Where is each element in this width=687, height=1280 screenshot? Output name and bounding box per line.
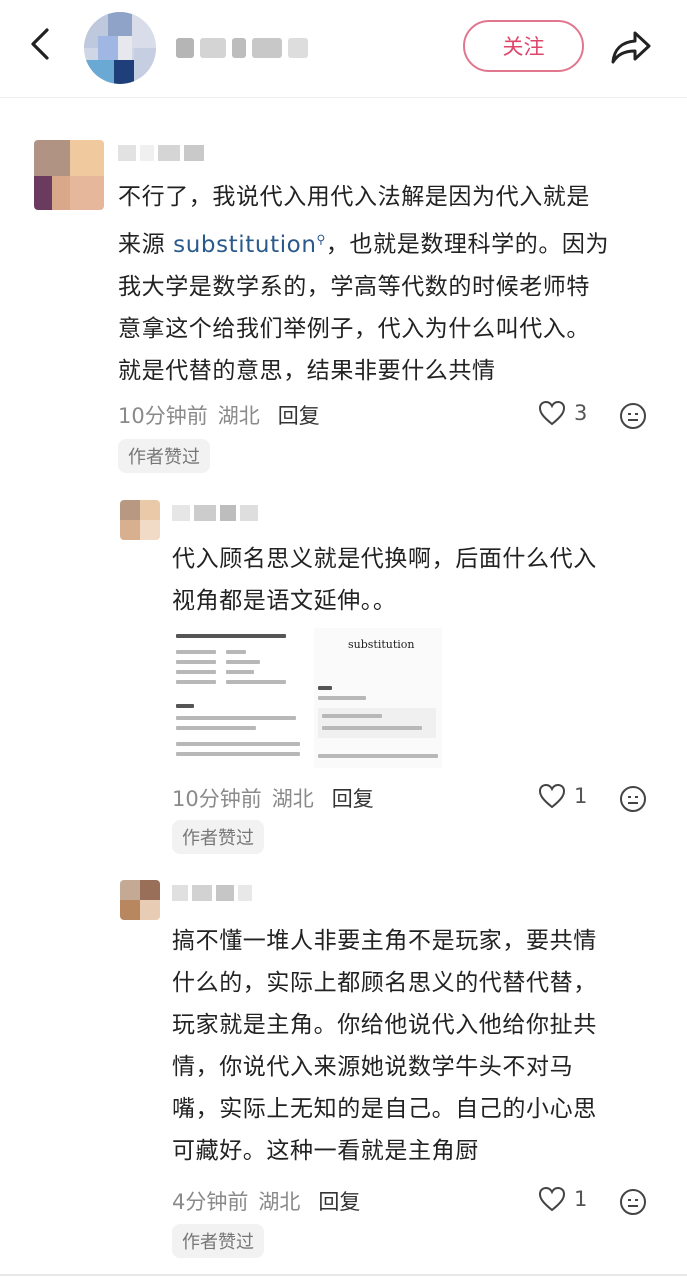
divider (0, 1274, 687, 1276)
username-blurred[interactable] (172, 502, 258, 524)
comment-text: 不行了，我说代入用代入法解是因为代入就是 来源 substitution⚲，也就… (118, 184, 610, 384)
chevron-left-icon (31, 28, 49, 60)
follow-button[interactable]: 关注 (463, 20, 584, 72)
avatar[interactable] (120, 500, 160, 540)
like-count: 1 (574, 784, 588, 808)
comment-location: 湖北 (258, 1190, 301, 1214)
avatar[interactable] (120, 880, 160, 920)
reply-button[interactable]: 回复 (278, 400, 320, 430)
attached-image[interactable]: substitution (170, 628, 442, 768)
like-button[interactable]: 1 (538, 1186, 587, 1212)
search-link[interactable]: substitution⚲ (173, 232, 326, 258)
author-avatar[interactable] (84, 12, 156, 84)
share-arrow-icon (611, 31, 651, 64)
comment-text: 代入顾名思义就是代换啊，后面什么代入 视角都是语文延伸。。 (172, 546, 597, 614)
author-liked-badge: 作者赞过 (172, 1224, 264, 1258)
avatar[interactable] (34, 140, 104, 210)
heart-icon (538, 400, 566, 426)
emoji-reaction-icon[interactable] (619, 785, 647, 813)
author-liked-badge: 作者赞过 (118, 439, 210, 473)
comment-location: 湖北 (271, 787, 314, 811)
emoji-reaction-icon[interactable] (619, 1188, 647, 1216)
comment-time: 10分钟前 (172, 787, 262, 811)
like-button[interactable]: 3 (538, 400, 587, 426)
top-bar: 关注 (0, 0, 687, 98)
like-count: 3 (574, 401, 588, 425)
like-count: 1 (574, 1187, 588, 1211)
image-caption: substitution (348, 638, 415, 651)
comment-time: 10分钟前 (118, 404, 208, 428)
share-button[interactable] (606, 22, 656, 72)
heart-icon (538, 783, 566, 809)
comment-location: 湖北 (217, 404, 260, 428)
username-blurred[interactable] (172, 882, 252, 904)
comment-meta: 4分钟前 湖北 回复 (172, 1186, 360, 1216)
reply-button[interactable]: 回复 (318, 1186, 360, 1216)
search-icon: ⚲ (316, 232, 326, 246)
author-name-blurred[interactable] (176, 36, 346, 60)
comment-meta: 10分钟前 湖北 回复 (118, 400, 320, 430)
emoji-reaction-icon[interactable] (619, 402, 647, 430)
comment-meta: 10分钟前 湖北 回复 (172, 783, 374, 813)
author-liked-badge: 作者赞过 (172, 820, 264, 854)
heart-icon (538, 1186, 566, 1212)
comment-text: 搞不懂一堆人非要主角不是玩家，要共情 什么的，实际上都顾名思义的代替代替， 玩家… (172, 928, 597, 1164)
reply-button[interactable]: 回复 (332, 783, 374, 813)
back-button[interactable] (18, 22, 62, 66)
like-button[interactable]: 1 (538, 783, 587, 809)
comment-time: 4分钟前 (172, 1190, 249, 1214)
username-blurred[interactable] (118, 142, 204, 164)
